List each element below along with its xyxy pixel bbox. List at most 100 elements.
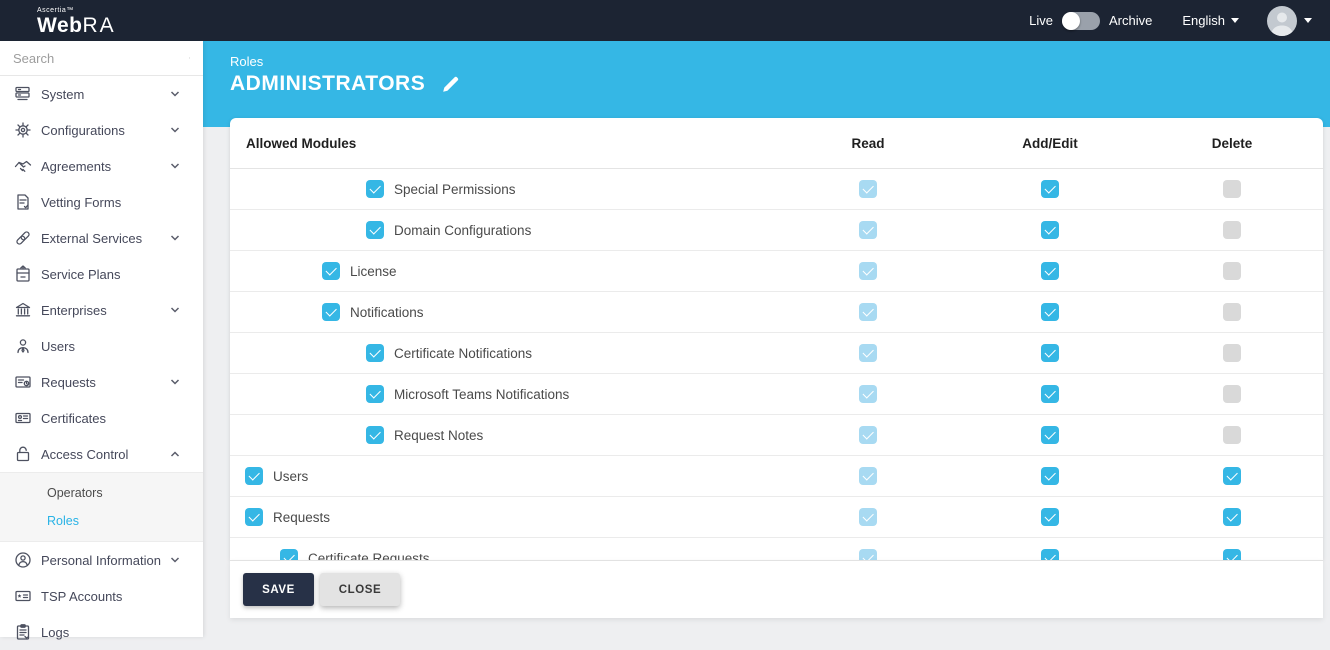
read-checkbox bbox=[859, 426, 877, 444]
add-edit-checkbox[interactable] bbox=[1041, 344, 1059, 362]
module-label: Requests bbox=[273, 510, 330, 525]
add-edit-checkbox[interactable] bbox=[1041, 426, 1059, 444]
module-checkbox[interactable] bbox=[366, 221, 384, 239]
sidebar-item-service-plans[interactable]: Service Plans bbox=[0, 256, 203, 292]
sidebar-item-configurations[interactable]: Configurations bbox=[0, 112, 203, 148]
module-checkbox[interactable] bbox=[280, 549, 298, 560]
read-checkbox bbox=[859, 467, 877, 485]
delete-checkbox bbox=[1223, 385, 1241, 403]
delete-checkbox[interactable] bbox=[1223, 508, 1241, 526]
module-checkbox[interactable] bbox=[366, 385, 384, 403]
agreements-icon bbox=[13, 157, 32, 176]
enterprises-icon bbox=[13, 301, 32, 320]
module-checkbox[interactable] bbox=[245, 467, 263, 485]
brand-webra-label: WebRA bbox=[37, 14, 116, 37]
edit-role-name-icon[interactable] bbox=[441, 75, 460, 94]
module-checkbox[interactable] bbox=[322, 262, 340, 280]
table-row: Microsoft Teams Notifications bbox=[230, 374, 1323, 415]
module-checkbox[interactable] bbox=[322, 303, 340, 321]
add-edit-checkbox[interactable] bbox=[1041, 221, 1059, 239]
module-checkbox[interactable] bbox=[245, 508, 263, 526]
sidebar-submenu: OperatorsRoles bbox=[0, 472, 203, 542]
add-edit-checkbox[interactable] bbox=[1041, 262, 1059, 280]
add-edit-checkbox[interactable] bbox=[1041, 549, 1059, 560]
sidebar-item-label: Vetting Forms bbox=[41, 195, 169, 210]
access-control-icon bbox=[13, 445, 32, 464]
module-label: Microsoft Teams Notifications bbox=[394, 387, 569, 402]
sidebar-item-label: Certificates bbox=[41, 411, 169, 426]
chevron-down-icon bbox=[169, 160, 181, 172]
table-row: Certificate Notifications bbox=[230, 333, 1323, 374]
toggle-knob[interactable] bbox=[1062, 12, 1080, 30]
vetting-forms-icon bbox=[13, 193, 32, 212]
sidebar-item-vetting-forms[interactable]: Vetting Forms bbox=[0, 184, 203, 220]
table-row: Certificate Requests bbox=[230, 538, 1323, 560]
live-archive-toggle[interactable] bbox=[1062, 12, 1100, 30]
table-row: Request Notes bbox=[230, 415, 1323, 456]
user-silhouette-icon bbox=[1267, 6, 1297, 36]
close-button[interactable]: CLOSE bbox=[320, 573, 400, 606]
sidebar-item-label: External Services bbox=[41, 231, 169, 246]
read-checkbox bbox=[859, 262, 877, 280]
table-row: License bbox=[230, 251, 1323, 292]
sidebar-item-label: Access Control bbox=[41, 447, 169, 462]
column-header-allowed-modules: Allowed Modules bbox=[230, 136, 777, 151]
page-head: Roles ADMINISTRATORS bbox=[230, 54, 460, 96]
read-checkbox bbox=[859, 344, 877, 362]
read-checkbox bbox=[859, 385, 877, 403]
personal-information-icon bbox=[13, 551, 32, 570]
table-header-row: Allowed Modules Read Add/Edit Delete bbox=[230, 118, 1323, 169]
module-label: Certificate Notifications bbox=[394, 346, 532, 361]
certificates-icon bbox=[13, 409, 32, 428]
tsp-accounts-icon bbox=[13, 587, 32, 606]
column-header-delete: Delete bbox=[1141, 136, 1323, 151]
sidebar-subitem-roles[interactable]: Roles bbox=[0, 507, 203, 535]
sidebar-subitem-operators[interactable]: Operators bbox=[0, 479, 203, 507]
add-edit-checkbox[interactable] bbox=[1041, 303, 1059, 321]
module-checkbox[interactable] bbox=[366, 426, 384, 444]
delete-checkbox[interactable] bbox=[1223, 467, 1241, 485]
chevron-down-icon bbox=[169, 124, 181, 136]
sidebar-item-access-control[interactable]: Access Control bbox=[0, 436, 203, 472]
module-checkbox[interactable] bbox=[366, 344, 384, 362]
sidebar-item-certificates[interactable]: Certificates bbox=[0, 400, 203, 436]
sidebar-item-external-services[interactable]: External Services bbox=[0, 220, 203, 256]
sidebar-item-agreements[interactable]: Agreements bbox=[0, 148, 203, 184]
save-button[interactable]: SAVE bbox=[243, 573, 314, 606]
search-input[interactable] bbox=[13, 51, 189, 66]
sidebar-item-logs[interactable]: Logs bbox=[0, 614, 203, 650]
user-menu[interactable] bbox=[1267, 6, 1312, 36]
topbar-right: Live Archive English bbox=[1029, 6, 1312, 36]
sidebar-item-requests[interactable]: Requests bbox=[0, 364, 203, 400]
module-checkbox[interactable] bbox=[366, 180, 384, 198]
archive-label: Archive bbox=[1109, 13, 1152, 28]
delete-checkbox bbox=[1223, 221, 1241, 239]
search-icon[interactable] bbox=[189, 50, 190, 66]
add-edit-checkbox[interactable] bbox=[1041, 385, 1059, 403]
delete-checkbox bbox=[1223, 262, 1241, 280]
sidebar-item-personal-information[interactable]: Personal Information bbox=[0, 542, 203, 578]
add-edit-checkbox[interactable] bbox=[1041, 508, 1059, 526]
sidebar-item-label: Configurations bbox=[41, 123, 169, 138]
sidebar-item-users[interactable]: Users bbox=[0, 328, 203, 364]
sidebar-item-system[interactable]: System bbox=[0, 76, 203, 112]
read-checkbox bbox=[859, 303, 877, 321]
column-header-read: Read bbox=[777, 136, 959, 151]
sidebar-item-label: Service Plans bbox=[41, 267, 169, 282]
users-icon bbox=[13, 337, 32, 356]
language-label: English bbox=[1182, 13, 1225, 28]
sidebar-item-label: Agreements bbox=[41, 159, 169, 174]
add-edit-checkbox[interactable] bbox=[1041, 467, 1059, 485]
sidebar-item-label: Enterprises bbox=[41, 303, 169, 318]
delete-checkbox bbox=[1223, 303, 1241, 321]
table-row: Notifications bbox=[230, 292, 1323, 333]
chevron-down-icon bbox=[169, 232, 181, 244]
add-edit-checkbox[interactable] bbox=[1041, 180, 1059, 198]
delete-checkbox bbox=[1223, 344, 1241, 362]
table-row: Domain Configurations bbox=[230, 210, 1323, 251]
sidebar-item-tsp-accounts[interactable]: TSP Accounts bbox=[0, 578, 203, 614]
language-selector[interactable]: English bbox=[1182, 13, 1239, 28]
sidebar-item-enterprises[interactable]: Enterprises bbox=[0, 292, 203, 328]
external-services-icon bbox=[13, 229, 32, 248]
delete-checkbox[interactable] bbox=[1223, 549, 1241, 560]
